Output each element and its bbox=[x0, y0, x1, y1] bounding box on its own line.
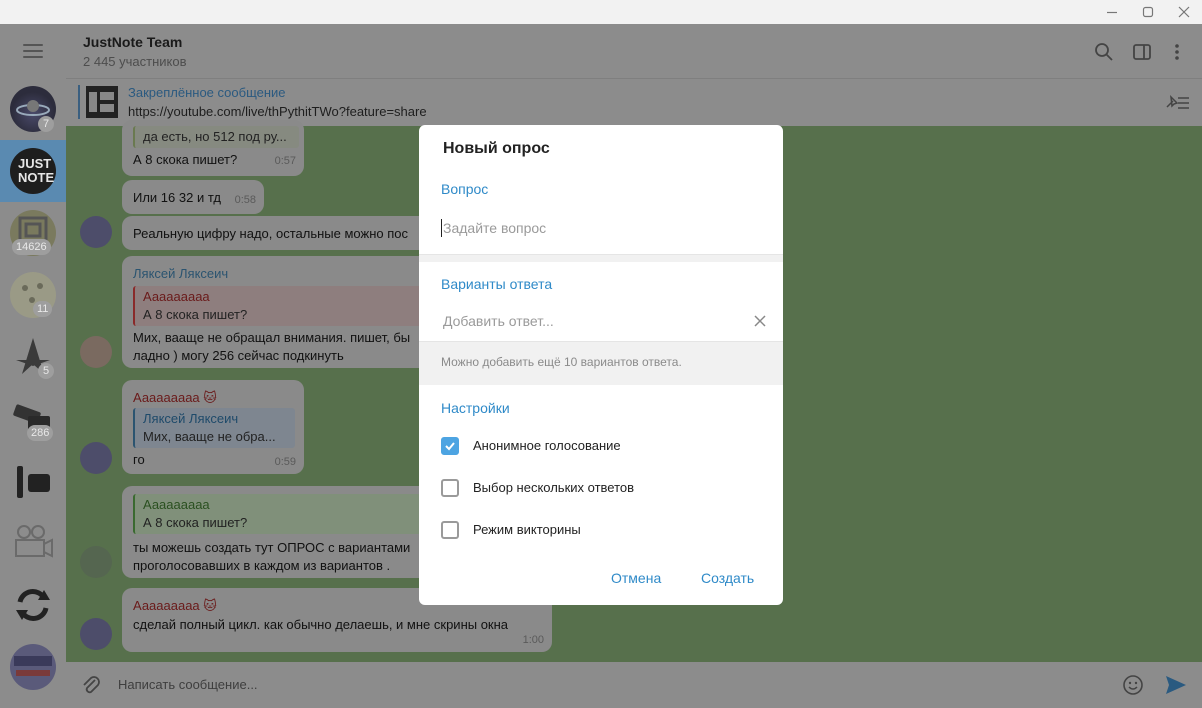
reply-quote: Ааааааааа А 8 скока пишет? bbox=[133, 286, 429, 326]
attach-icon[interactable] bbox=[80, 674, 102, 701]
close-icon[interactable] bbox=[1176, 4, 1192, 20]
message-text: сделай полный цикл. как обычно делаешь, … bbox=[133, 617, 509, 632]
message-time: 0:59 bbox=[274, 456, 296, 468]
sender-name[interactable]: Ааааааааа 🐱 bbox=[133, 598, 217, 614]
pinned-link[interactable]: https://youtube.com/live/thPythitTWo?fea… bbox=[128, 104, 427, 119]
chat-unread-badge: 7 bbox=[38, 116, 54, 132]
answers-hint: Можно добавить ещё 10 вариантов ответа. bbox=[441, 355, 682, 369]
minimize-icon[interactable] bbox=[1104, 4, 1120, 20]
pinned-label: Закреплённое сообщение bbox=[128, 85, 286, 100]
sender-name[interactable]: Ааааааааа 🐱 bbox=[133, 390, 217, 406]
message-text: ты можешь создать тут ОПРОС с вариантами bbox=[133, 540, 411, 555]
message-bubble[interactable]: Ляксей Ляксеич Ааааааааа А 8 скока пишет… bbox=[122, 256, 432, 368]
avatar[interactable] bbox=[80, 546, 112, 578]
message-bubble[interactable]: Или 16 32 и тд 0:58 bbox=[122, 180, 264, 214]
answers-section-label: Варианты ответа bbox=[441, 276, 553, 292]
answer-input[interactable]: Добавить ответ... bbox=[441, 311, 761, 333]
avatar[interactable] bbox=[80, 216, 112, 248]
chat-avatar-10[interactable] bbox=[10, 644, 56, 690]
chat-unread-badge: 11 bbox=[33, 301, 53, 317]
option-label: Режим викторины bbox=[473, 522, 581, 537]
sender-name[interactable]: Ляксей Ляксеич bbox=[133, 266, 228, 281]
message-text: Мих, ваащe не обращал внимания. пишет, б… bbox=[133, 330, 411, 345]
chat-title[interactable]: JustNote Team bbox=[83, 34, 182, 50]
chat-unread-badge: 286 bbox=[27, 425, 54, 441]
message-text: проголосовавших в каждом из вариантов . bbox=[133, 558, 391, 573]
quote-author: Ааааааааа bbox=[143, 289, 210, 304]
question-input[interactable]: Задайте вопрос bbox=[441, 217, 761, 239]
checkbox-checked-icon[interactable] bbox=[441, 437, 459, 455]
settings-section-label: Настройки bbox=[441, 400, 510, 416]
reply-quote: Ляксей Ляксеич Мих, ваащe не обра... bbox=[133, 408, 295, 448]
avatar[interactable] bbox=[80, 442, 112, 474]
quote-author: Ааааааааа bbox=[143, 497, 210, 512]
chat-members-count: 2 445 участников bbox=[83, 54, 187, 69]
send-icon[interactable] bbox=[1164, 673, 1188, 702]
quote-text: Мих, ваащe не обра... bbox=[143, 429, 276, 444]
option-label: Анонимное голосование bbox=[473, 438, 621, 453]
avatar[interactable] bbox=[80, 618, 112, 650]
message-text: ладно ) могу 256 сейчас подкинуть bbox=[133, 348, 344, 363]
avatar[interactable] bbox=[80, 336, 112, 368]
chat-header: JustNote Team 2 445 участников bbox=[66, 24, 1202, 78]
chat-avatar-8[interactable] bbox=[10, 520, 56, 566]
pinned-thumbnail bbox=[86, 86, 118, 118]
menu-icon[interactable] bbox=[23, 44, 43, 58]
quote-text: А 8 скока пишет? bbox=[143, 307, 248, 322]
dialog-title: Новый опрос bbox=[443, 140, 550, 157]
message-bubble[interactable]: да есть, но 512 под ру... А 8 скока пише… bbox=[122, 120, 304, 176]
message-time: 1:00 bbox=[522, 634, 544, 646]
checkbox-icon[interactable] bbox=[441, 521, 459, 539]
pinned-indicator bbox=[78, 85, 80, 119]
message-bubble[interactable]: Реальную цифру надо, остальные можно пос bbox=[122, 216, 432, 250]
cancel-button[interactable]: Отмена bbox=[611, 570, 661, 586]
chat-avatar-9[interactable] bbox=[10, 582, 56, 628]
justnote-logo: JUST NOTE bbox=[18, 156, 55, 185]
message-text: го bbox=[133, 452, 145, 467]
message-text: Реальную цифру надо, остальные можно пос bbox=[133, 226, 409, 241]
section-divider bbox=[419, 254, 783, 262]
message-text: А 8 скока пишет? bbox=[133, 152, 238, 167]
checkbox-icon[interactable] bbox=[441, 479, 459, 497]
emoji-icon[interactable] bbox=[1122, 674, 1144, 701]
answer-placeholder: Добавить ответ... bbox=[443, 313, 554, 329]
reply-quote: да есть, но 512 под ру... bbox=[133, 126, 299, 148]
chat-unread-badge: 5 bbox=[38, 363, 54, 379]
chat-avatar-justnote[interactable]: JUST NOTE bbox=[10, 148, 56, 194]
quote-author: Ляксей Ляксеич bbox=[143, 411, 239, 426]
reply-quote: Ааааааааа А 8 скока пишет? bbox=[133, 494, 429, 534]
question-placeholder: Задайте вопрос bbox=[443, 220, 547, 236]
question-section-label: Вопрос bbox=[441, 181, 489, 197]
more-options-icon[interactable] bbox=[1167, 42, 1187, 67]
sidebar-toggle-icon[interactable] bbox=[1132, 42, 1152, 67]
title-bar bbox=[0, 0, 1202, 24]
chat-unread-badge: 14626 bbox=[12, 239, 51, 255]
maximize-icon[interactable] bbox=[1140, 4, 1156, 20]
search-icon[interactable] bbox=[1094, 42, 1114, 67]
message-text: Или 16 32 и тд bbox=[133, 190, 221, 205]
quote-text: А 8 скока пишет? bbox=[143, 515, 248, 530]
remove-answer-icon[interactable] bbox=[754, 314, 766, 332]
text-cursor bbox=[441, 219, 442, 237]
create-button[interactable]: Создать bbox=[701, 570, 754, 586]
option-label: Выбор нескольких ответов bbox=[473, 480, 635, 495]
message-input[interactable]: Написать сообщение... bbox=[118, 677, 258, 692]
new-poll-dialog: Новый опрос Вопрос Задайте вопрос Вариан… bbox=[419, 125, 783, 605]
chat-avatar-7[interactable] bbox=[10, 458, 56, 504]
message-time: 0:57 bbox=[274, 155, 296, 167]
chat-list-sidebar: 7 JUST NOTE 14626 11 5 286 bbox=[0, 24, 66, 708]
message-bubble[interactable]: Ааааааааа 🐱 Ляксей Ляксеич Мих, ваащe не… bbox=[122, 380, 304, 474]
message-time: 0:58 bbox=[234, 194, 256, 206]
answers-hint-area: Можно добавить ещё 10 вариантов ответа. bbox=[419, 341, 783, 385]
pinned-list-icon[interactable] bbox=[1163, 93, 1191, 116]
option-anonymous-voting[interactable]: Анонимное голосование bbox=[441, 436, 761, 460]
option-quiz-mode[interactable]: Режим викторины bbox=[441, 520, 761, 544]
option-multiple-answers[interactable]: Выбор нескольких ответов bbox=[441, 478, 761, 502]
composer-bar: Написать сообщение... bbox=[66, 662, 1202, 708]
message-bubble[interactable]: Ааааааааа А 8 скока пишет? ты можешь соз… bbox=[122, 486, 432, 578]
